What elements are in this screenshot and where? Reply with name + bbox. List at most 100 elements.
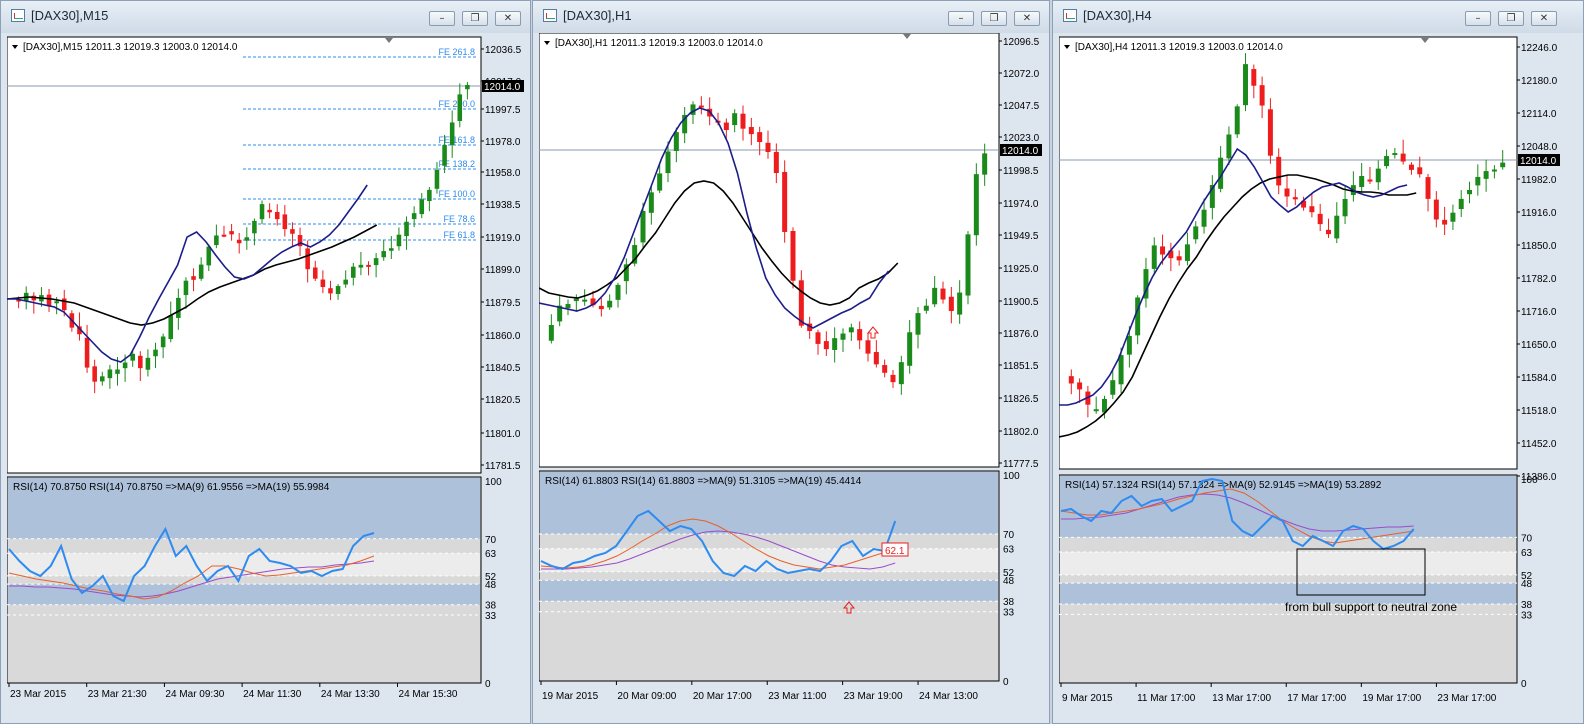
window-titlebar[interactable]: [DAX30],H4 – ❐ ✕ bbox=[1053, 1, 1583, 33]
bull-candle bbox=[1450, 212, 1456, 222]
close-button[interactable]: ✕ bbox=[495, 11, 521, 26]
chart-area[interactable]: 1007063524838330[DAX30],H1 12011.3 12019… bbox=[539, 33, 1045, 721]
bull-candle bbox=[99, 376, 105, 382]
bear-candle bbox=[320, 279, 326, 288]
bear-candle bbox=[1317, 213, 1323, 225]
bull-candle bbox=[1118, 355, 1124, 385]
bull-candle bbox=[973, 174, 979, 236]
chart-window-m15[interactable]: [DAX30],M15 – ❐ ✕ 100 70 63 52 48 38 33 0 [DAX30… bbox=[0, 0, 531, 724]
minimize-button[interactable]: – bbox=[948, 11, 974, 26]
bull-candle bbox=[1458, 198, 1464, 210]
time-axis-label: 11 Mar 17:00 bbox=[1137, 693, 1196, 704]
bull-candle bbox=[1483, 171, 1489, 179]
window-titlebar[interactable]: [DAX30],M15 – ❐ ✕ bbox=[1, 1, 530, 33]
price-axis-label: 12023.0 bbox=[1003, 133, 1040, 144]
bull-candle bbox=[1475, 176, 1481, 186]
bear-candle bbox=[84, 337, 90, 368]
bull-candle bbox=[965, 234, 971, 296]
time-axis-label: 9 Mar 2015 bbox=[1062, 693, 1113, 704]
bull-candle bbox=[168, 315, 174, 340]
bull-candle bbox=[915, 313, 921, 335]
time-axis-label: 19 Mar 2015 bbox=[542, 691, 599, 702]
bear-candle bbox=[1425, 177, 1431, 199]
price-axis-label: 11925.0 bbox=[1003, 264, 1039, 275]
time-axis-label: 13 Mar 17:00 bbox=[1212, 693, 1271, 704]
restore-button[interactable]: ❐ bbox=[462, 11, 488, 26]
bear-candle bbox=[274, 211, 280, 220]
close-button[interactable]: ✕ bbox=[1014, 11, 1040, 26]
price-axis-label: 11919.0 bbox=[485, 233, 521, 244]
restore-button[interactable]: ❐ bbox=[981, 11, 1007, 26]
minimize-button[interactable]: – bbox=[429, 11, 455, 26]
chart-window-icon bbox=[1063, 9, 1077, 22]
rsi-lower-zone bbox=[8, 615, 480, 682]
bear-candle bbox=[823, 341, 829, 350]
price-axis-label: 11840.5 bbox=[485, 363, 521, 374]
bear-candle bbox=[1284, 188, 1290, 197]
bull-candle bbox=[640, 210, 646, 243]
window-title: [DAX30],H1 bbox=[563, 8, 632, 23]
rsi-level-label: 70 bbox=[1521, 533, 1533, 544]
price-axis-label: 11820.5 bbox=[485, 395, 521, 406]
rsi-level-label: 0 bbox=[485, 679, 491, 690]
rsi-level-label: 0 bbox=[1521, 679, 1527, 690]
bull-candle bbox=[848, 327, 854, 333]
bull-candle bbox=[1491, 169, 1497, 172]
bull-candle bbox=[907, 332, 913, 366]
bull-candle bbox=[565, 304, 571, 309]
price-axis-label: 11876.0 bbox=[1003, 329, 1039, 340]
time-axis-label: 24 Mar 11:30 bbox=[243, 689, 302, 700]
bull-candle bbox=[419, 199, 425, 215]
bear-candle bbox=[290, 229, 295, 234]
rsi-value-label: 62.1 bbox=[885, 546, 905, 557]
bull-candle bbox=[259, 204, 265, 220]
price-axis-label: 11650.0 bbox=[1521, 340, 1557, 351]
bull-candle bbox=[1110, 380, 1116, 395]
chart-window-h1[interactable]: [DAX30],H1 – ❐ ✕ 100 70 63 52 48 38 33 0 [DAX30]… bbox=[532, 0, 1050, 724]
bull-candle bbox=[115, 369, 120, 374]
rsi-upper-zone bbox=[8, 553, 480, 576]
rsi-level-label: 63 bbox=[1003, 545, 1015, 556]
bear-candle bbox=[1309, 206, 1315, 213]
close-button[interactable]: ✕ bbox=[1531, 11, 1557, 26]
price-chart-panel bbox=[7, 36, 482, 474]
price-axis-label: 11801.0 bbox=[485, 429, 521, 440]
bull-candle bbox=[582, 299, 588, 302]
bull-candle bbox=[434, 169, 440, 189]
rsi-header: RSI(14) 61.8803 RSI(14) 61.8803 =>MA(9) … bbox=[545, 476, 862, 487]
chart-header: [DAX30],M15 12011.3 12019.3 12003.0 1201… bbox=[23, 42, 238, 53]
time-axis-label: 19 Mar 17:00 bbox=[1362, 693, 1421, 704]
time-axis-label: 24 Mar 15:30 bbox=[399, 689, 458, 700]
price-axis-label: 11518.0 bbox=[1521, 406, 1557, 417]
window-titlebar[interactable]: [DAX30],H1 – ❐ ✕ bbox=[533, 1, 1049, 33]
bull-candle bbox=[615, 284, 621, 300]
rsi-level-label: 33 bbox=[485, 611, 497, 622]
price-axis-label: 11900.5 bbox=[1003, 297, 1039, 308]
price-chart-panel bbox=[1059, 36, 1518, 470]
minimize-button[interactable]: – bbox=[1465, 11, 1491, 26]
bear-candle bbox=[865, 340, 871, 354]
bull-candle bbox=[449, 122, 455, 146]
rsi-lower-zone bbox=[1060, 614, 1516, 682]
chart-area[interactable]: 1007063524838330[DAX30],M15 12011.3 1201… bbox=[7, 33, 527, 721]
bear-candle bbox=[1400, 153, 1406, 162]
chart-window-h4[interactable]: [DAX30],H4 – ❐ ✕ 100 70 63 52 48 38 33 0 [DAX30]… bbox=[1052, 0, 1584, 724]
time-axis-label: 24 Mar 09:30 bbox=[165, 689, 224, 700]
price-axis-label: 12096.5 bbox=[1003, 37, 1040, 48]
price-axis-label: 11386.0 bbox=[1521, 472, 1557, 483]
time-axis-label: 20 Mar 09:00 bbox=[617, 691, 676, 702]
price-chart-panel bbox=[539, 33, 1000, 468]
bull-candle bbox=[183, 280, 189, 296]
bull-candle bbox=[54, 301, 59, 304]
bear-candle bbox=[236, 239, 242, 244]
bull-candle bbox=[673, 132, 679, 151]
restore-button[interactable]: ❐ bbox=[1498, 11, 1524, 26]
price-axis-label: 11974.0 bbox=[1003, 199, 1039, 210]
price-axis-label: 11781.5 bbox=[485, 461, 521, 472]
bear-candle bbox=[815, 332, 821, 344]
time-axis-label: 23 Mar 19:00 bbox=[844, 691, 903, 702]
chart-area[interactable]: 1007063524838330[DAX30],H4 12011.3 12019… bbox=[1059, 33, 1579, 721]
rsi-level-label: 48 bbox=[1003, 576, 1015, 587]
price-axis-label: 12036.5 bbox=[485, 45, 522, 56]
bear-candle bbox=[1077, 382, 1083, 390]
